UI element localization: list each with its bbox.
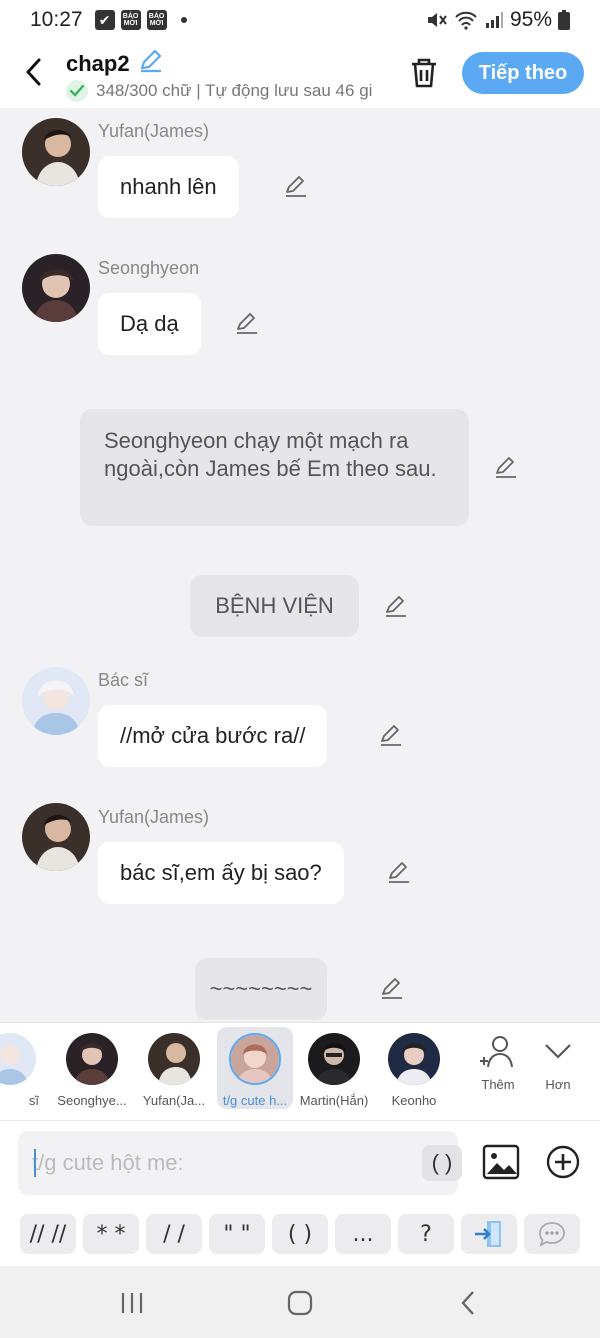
plus-circle-icon <box>546 1145 580 1179</box>
character-name: sĩ <box>28 1093 39 1108</box>
avatar-yufan[interactable] <box>22 803 90 871</box>
character-avatar <box>148 1033 200 1085</box>
edit-message-icon[interactable] <box>235 311 259 335</box>
trash-icon <box>412 58 436 88</box>
character-name: Keonho <box>391 1093 437 1108</box>
system-nav-bar <box>0 1266 600 1338</box>
character-item[interactable]: sĩ <box>0 1027 42 1109</box>
character-item[interactable]: Seonghye... <box>54 1027 130 1109</box>
chevron-down-icon <box>545 1044 571 1059</box>
avatar-bac-si[interactable] <box>22 667 90 735</box>
quick-key[interactable]: * * <box>83 1214 139 1254</box>
title-row: chap2 <box>66 48 164 79</box>
quick-key[interactable]: ? <box>398 1214 454 1254</box>
character-avatar <box>388 1033 440 1085</box>
saved-check-icon <box>66 80 88 102</box>
more-keys-button[interactable] <box>524 1214 580 1254</box>
save-status: 348/300 chữ | Tự động lưu sau 46 gi <box>66 80 386 102</box>
door-enter-icon <box>475 1221 501 1247</box>
character-item[interactable]: Martin(Hắn) <box>296 1027 372 1109</box>
status-bar: 10:27 ✔ BÁO MỚI BÁO MỚI 95% <box>0 0 600 40</box>
character-name: Martin(Hắn) <box>299 1093 369 1108</box>
chat-more-icon <box>539 1222 565 1247</box>
status-time: 10:27 <box>30 8 83 31</box>
text-caret <box>34 1149 36 1177</box>
insert-scene-button[interactable] <box>461 1214 517 1254</box>
quick-insert-bar: // // * * / / " " ( ) ... ? <box>0 1204 600 1266</box>
avatar-yufan[interactable] <box>22 118 90 186</box>
message-input-box[interactable]: ( ) <box>18 1131 462 1195</box>
input-bar: ( ) <box>0 1120 600 1204</box>
character-item[interactable]: Keonho <box>376 1027 452 1109</box>
avatar-seonghyeon[interactable] <box>22 254 90 322</box>
back-arrow-icon <box>26 58 41 86</box>
chat-area[interactable]: Yufan(James) nhanh lên Seonghyeon Dạ dạ … <box>0 108 600 1022</box>
character-item-selected[interactable]: t/g cute h... <box>217 1027 293 1109</box>
speaker-name: Yufan(James) <box>98 807 210 827</box>
narration-bubble[interactable]: BỆNH VIỆN <box>190 575 359 637</box>
home-icon <box>287 1290 313 1316</box>
add-person-icon <box>480 1036 513 1068</box>
character-avatar <box>66 1033 118 1085</box>
quick-key[interactable]: / / <box>146 1214 202 1254</box>
wifi-icon <box>454 10 478 30</box>
character-picker: sĩ Seonghye... Yufan(Ja... t/g cute h...… <box>0 1022 600 1120</box>
edit-message-icon[interactable] <box>284 174 308 198</box>
delete-button[interactable] <box>408 56 440 90</box>
recent-apps-button[interactable] <box>112 1288 152 1318</box>
mute-icon <box>426 10 448 30</box>
more-label: Hơn <box>545 1077 571 1092</box>
edit-message-icon[interactable] <box>494 455 518 479</box>
quick-key[interactable]: ( ) <box>272 1214 328 1254</box>
add-more-button[interactable] <box>546 1145 580 1179</box>
quick-key[interactable]: " " <box>209 1214 265 1254</box>
character-avatar <box>229 1033 281 1085</box>
image-icon <box>482 1144 520 1180</box>
edit-title-icon[interactable] <box>138 48 164 79</box>
back-icon <box>461 1291 474 1315</box>
message-bubble[interactable]: //mở cửa bước ra// <box>98 705 328 767</box>
narration-bubble[interactable]: ~~~~~~~~ <box>195 958 327 1020</box>
character-name: Yufan(Ja... <box>142 1093 206 1108</box>
message-bubble[interactable]: Dạ dạ <box>98 293 201 355</box>
edit-message-icon[interactable] <box>379 723 403 747</box>
recent-apps-icon <box>121 1293 143 1313</box>
next-button[interactable]: Tiếp theo <box>462 52 584 94</box>
message-bubble[interactable]: bác sĩ,em ấy bị sao? <box>98 842 344 904</box>
edit-message-icon[interactable] <box>384 594 408 618</box>
speaker-name: Seonghyeon <box>98 258 200 278</box>
insert-parentheses-button[interactable]: ( ) <box>422 1145 462 1181</box>
baomoi-notification-icon: BÁO MỚI <box>120 10 141 30</box>
character-avatar <box>308 1033 360 1085</box>
more-notifications-dot <box>180 17 187 23</box>
message-input[interactable] <box>32 1143 392 1183</box>
add-character-button[interactable]: Thêm <box>468 1033 528 1092</box>
battery-icon <box>558 10 570 30</box>
character-item[interactable]: Yufan(Ja... <box>136 1027 212 1109</box>
more-characters-button[interactable]: Hơn <box>528 1033 588 1092</box>
speaker-name: Yufan(James) <box>98 121 210 141</box>
battery-percent: 95% <box>509 8 552 31</box>
quick-key[interactable]: ... <box>335 1214 391 1254</box>
chapter-title: chap2 <box>66 50 130 76</box>
baomoi-notification-icon-2: BÁO MỚI <box>146 10 167 30</box>
word-count-autosave: 348/300 chữ | Tự động lưu sau 46 gi <box>96 81 373 100</box>
character-name: Seonghye... <box>57 1093 127 1108</box>
edit-message-icon[interactable] <box>380 976 404 1000</box>
signal-icon <box>484 10 504 30</box>
narration-bubble[interactable]: Seonghyeon chạy một mạch ra ngoài,còn Ja… <box>80 409 469 526</box>
message-bubble[interactable]: nhanh lên <box>98 156 239 218</box>
speaker-name: Bác sĩ <box>98 670 149 690</box>
back-button[interactable] <box>18 54 48 90</box>
edit-message-icon[interactable] <box>387 860 411 884</box>
add-label: Thêm <box>481 1077 515 1092</box>
checkbox-notification-icon: ✔ <box>94 10 115 30</box>
system-back-button[interactable] <box>448 1288 488 1318</box>
home-button[interactable] <box>280 1288 320 1318</box>
quick-key[interactable]: // // <box>20 1214 76 1254</box>
insert-image-button[interactable] <box>482 1143 520 1181</box>
top-bar: chap2 348/300 chữ | Tự động lưu sau 46 g… <box>0 40 600 108</box>
character-name: t/g cute h... <box>222 1093 288 1108</box>
character-avatar <box>0 1033 36 1085</box>
